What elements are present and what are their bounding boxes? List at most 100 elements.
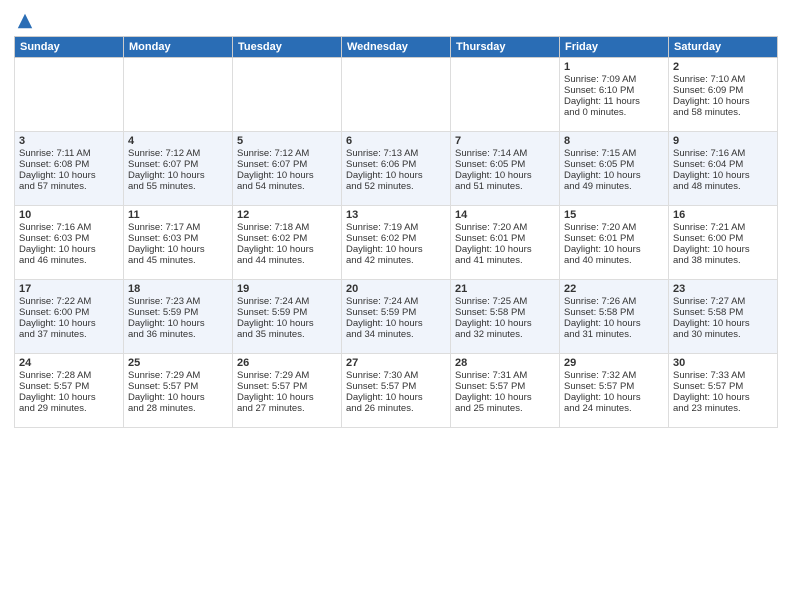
day-info: Sunset: 5:57 PM — [673, 381, 773, 392]
day-info: Daylight: 10 hours — [673, 318, 773, 329]
day-number: 7 — [455, 135, 555, 147]
day-info: and 35 minutes. — [237, 329, 337, 340]
calendar-cell: 20Sunrise: 7:24 AMSunset: 5:59 PMDayligh… — [342, 280, 451, 354]
day-info: and 31 minutes. — [564, 329, 664, 340]
day-info: Sunrise: 7:23 AM — [128, 296, 228, 307]
day-info: Daylight: 10 hours — [128, 392, 228, 403]
day-info: Sunrise: 7:09 AM — [564, 74, 664, 85]
day-info: Daylight: 10 hours — [346, 318, 446, 329]
day-info: Sunrise: 7:19 AM — [346, 222, 446, 233]
day-info: and 32 minutes. — [455, 329, 555, 340]
page: SundayMondayTuesdayWednesdayThursdayFrid… — [0, 0, 792, 612]
day-info: Sunset: 5:58 PM — [455, 307, 555, 318]
day-info: and 45 minutes. — [128, 255, 228, 266]
day-info: Sunrise: 7:25 AM — [455, 296, 555, 307]
day-info: Daylight: 10 hours — [19, 392, 119, 403]
day-info: Sunrise: 7:31 AM — [455, 370, 555, 381]
calendar-cell: 12Sunrise: 7:18 AMSunset: 6:02 PMDayligh… — [233, 206, 342, 280]
calendar-week-row: 24Sunrise: 7:28 AMSunset: 5:57 PMDayligh… — [15, 354, 778, 428]
day-info: Sunrise: 7:12 AM — [237, 148, 337, 159]
day-info: and 23 minutes. — [673, 403, 773, 414]
day-info: Sunrise: 7:13 AM — [346, 148, 446, 159]
calendar-cell: 18Sunrise: 7:23 AMSunset: 5:59 PMDayligh… — [124, 280, 233, 354]
day-number: 3 — [19, 135, 119, 147]
day-info: and 44 minutes. — [237, 255, 337, 266]
day-info: Sunset: 5:57 PM — [346, 381, 446, 392]
day-info: and 24 minutes. — [564, 403, 664, 414]
day-info: Sunrise: 7:17 AM — [128, 222, 228, 233]
day-info: and 48 minutes. — [673, 181, 773, 192]
day-info: and 28 minutes. — [128, 403, 228, 414]
day-info: and 58 minutes. — [673, 107, 773, 118]
day-info: Sunrise: 7:24 AM — [237, 296, 337, 307]
day-info: and 42 minutes. — [346, 255, 446, 266]
day-number: 11 — [128, 209, 228, 221]
calendar-cell: 1Sunrise: 7:09 AMSunset: 6:10 PMDaylight… — [560, 58, 669, 132]
header — [14, 10, 778, 30]
day-info: Sunset: 6:08 PM — [19, 159, 119, 170]
day-info: Daylight: 10 hours — [128, 318, 228, 329]
day-info: Sunset: 6:06 PM — [346, 159, 446, 170]
day-info: Daylight: 10 hours — [346, 170, 446, 181]
day-info: Daylight: 10 hours — [564, 244, 664, 255]
day-info: Daylight: 10 hours — [237, 244, 337, 255]
calendar-cell — [451, 58, 560, 132]
calendar-cell: 3Sunrise: 7:11 AMSunset: 6:08 PMDaylight… — [15, 132, 124, 206]
day-info: and 30 minutes. — [673, 329, 773, 340]
calendar-cell: 16Sunrise: 7:21 AMSunset: 6:00 PMDayligh… — [669, 206, 778, 280]
day-info: Sunrise: 7:18 AM — [237, 222, 337, 233]
calendar-cell: 8Sunrise: 7:15 AMSunset: 6:05 PMDaylight… — [560, 132, 669, 206]
calendar-cell: 2Sunrise: 7:10 AMSunset: 6:09 PMDaylight… — [669, 58, 778, 132]
calendar-cell: 28Sunrise: 7:31 AMSunset: 5:57 PMDayligh… — [451, 354, 560, 428]
weekday-header-tuesday: Tuesday — [233, 37, 342, 58]
day-number: 20 — [346, 283, 446, 295]
day-number: 28 — [455, 357, 555, 369]
calendar-cell: 10Sunrise: 7:16 AMSunset: 6:03 PMDayligh… — [15, 206, 124, 280]
calendar-cell: 22Sunrise: 7:26 AMSunset: 5:58 PMDayligh… — [560, 280, 669, 354]
calendar-cell: 25Sunrise: 7:29 AMSunset: 5:57 PMDayligh… — [124, 354, 233, 428]
day-info: Sunset: 5:59 PM — [346, 307, 446, 318]
day-number: 10 — [19, 209, 119, 221]
day-info: Sunrise: 7:32 AM — [564, 370, 664, 381]
day-info: Daylight: 10 hours — [455, 392, 555, 403]
day-info: Daylight: 10 hours — [19, 318, 119, 329]
weekday-header-wednesday: Wednesday — [342, 37, 451, 58]
day-info: Daylight: 10 hours — [19, 244, 119, 255]
day-info: Daylight: 10 hours — [237, 392, 337, 403]
day-info: Daylight: 10 hours — [673, 96, 773, 107]
day-info: and 25 minutes. — [455, 403, 555, 414]
day-info: Sunset: 5:59 PM — [237, 307, 337, 318]
calendar-cell: 14Sunrise: 7:20 AMSunset: 6:01 PMDayligh… — [451, 206, 560, 280]
weekday-header-row: SundayMondayTuesdayWednesdayThursdayFrid… — [15, 37, 778, 58]
day-info: Sunrise: 7:15 AM — [564, 148, 664, 159]
day-info: and 27 minutes. — [237, 403, 337, 414]
day-info: and 55 minutes. — [128, 181, 228, 192]
day-info: Daylight: 10 hours — [128, 170, 228, 181]
day-info: Daylight: 10 hours — [673, 392, 773, 403]
day-number: 15 — [564, 209, 664, 221]
calendar-cell: 19Sunrise: 7:24 AMSunset: 5:59 PMDayligh… — [233, 280, 342, 354]
day-number: 25 — [128, 357, 228, 369]
day-number: 18 — [128, 283, 228, 295]
day-number: 5 — [237, 135, 337, 147]
day-info: and 57 minutes. — [19, 181, 119, 192]
day-number: 16 — [673, 209, 773, 221]
day-info: Sunset: 6:09 PM — [673, 85, 773, 96]
day-number: 8 — [564, 135, 664, 147]
day-info: and 40 minutes. — [564, 255, 664, 266]
day-info: Daylight: 10 hours — [564, 318, 664, 329]
weekday-header-sunday: Sunday — [15, 37, 124, 58]
day-info: Daylight: 10 hours — [455, 244, 555, 255]
calendar-cell — [342, 58, 451, 132]
day-info: and 41 minutes. — [455, 255, 555, 266]
calendar-table: SundayMondayTuesdayWednesdayThursdayFrid… — [14, 36, 778, 428]
calendar-week-row: 3Sunrise: 7:11 AMSunset: 6:08 PMDaylight… — [15, 132, 778, 206]
day-info: and 38 minutes. — [673, 255, 773, 266]
day-info: Daylight: 10 hours — [564, 392, 664, 403]
day-info: Daylight: 10 hours — [673, 170, 773, 181]
day-info: Sunrise: 7:29 AM — [237, 370, 337, 381]
day-info: Sunset: 6:01 PM — [455, 233, 555, 244]
day-info: Sunrise: 7:29 AM — [128, 370, 228, 381]
calendar-cell: 11Sunrise: 7:17 AMSunset: 6:03 PMDayligh… — [124, 206, 233, 280]
day-info: Daylight: 10 hours — [237, 170, 337, 181]
